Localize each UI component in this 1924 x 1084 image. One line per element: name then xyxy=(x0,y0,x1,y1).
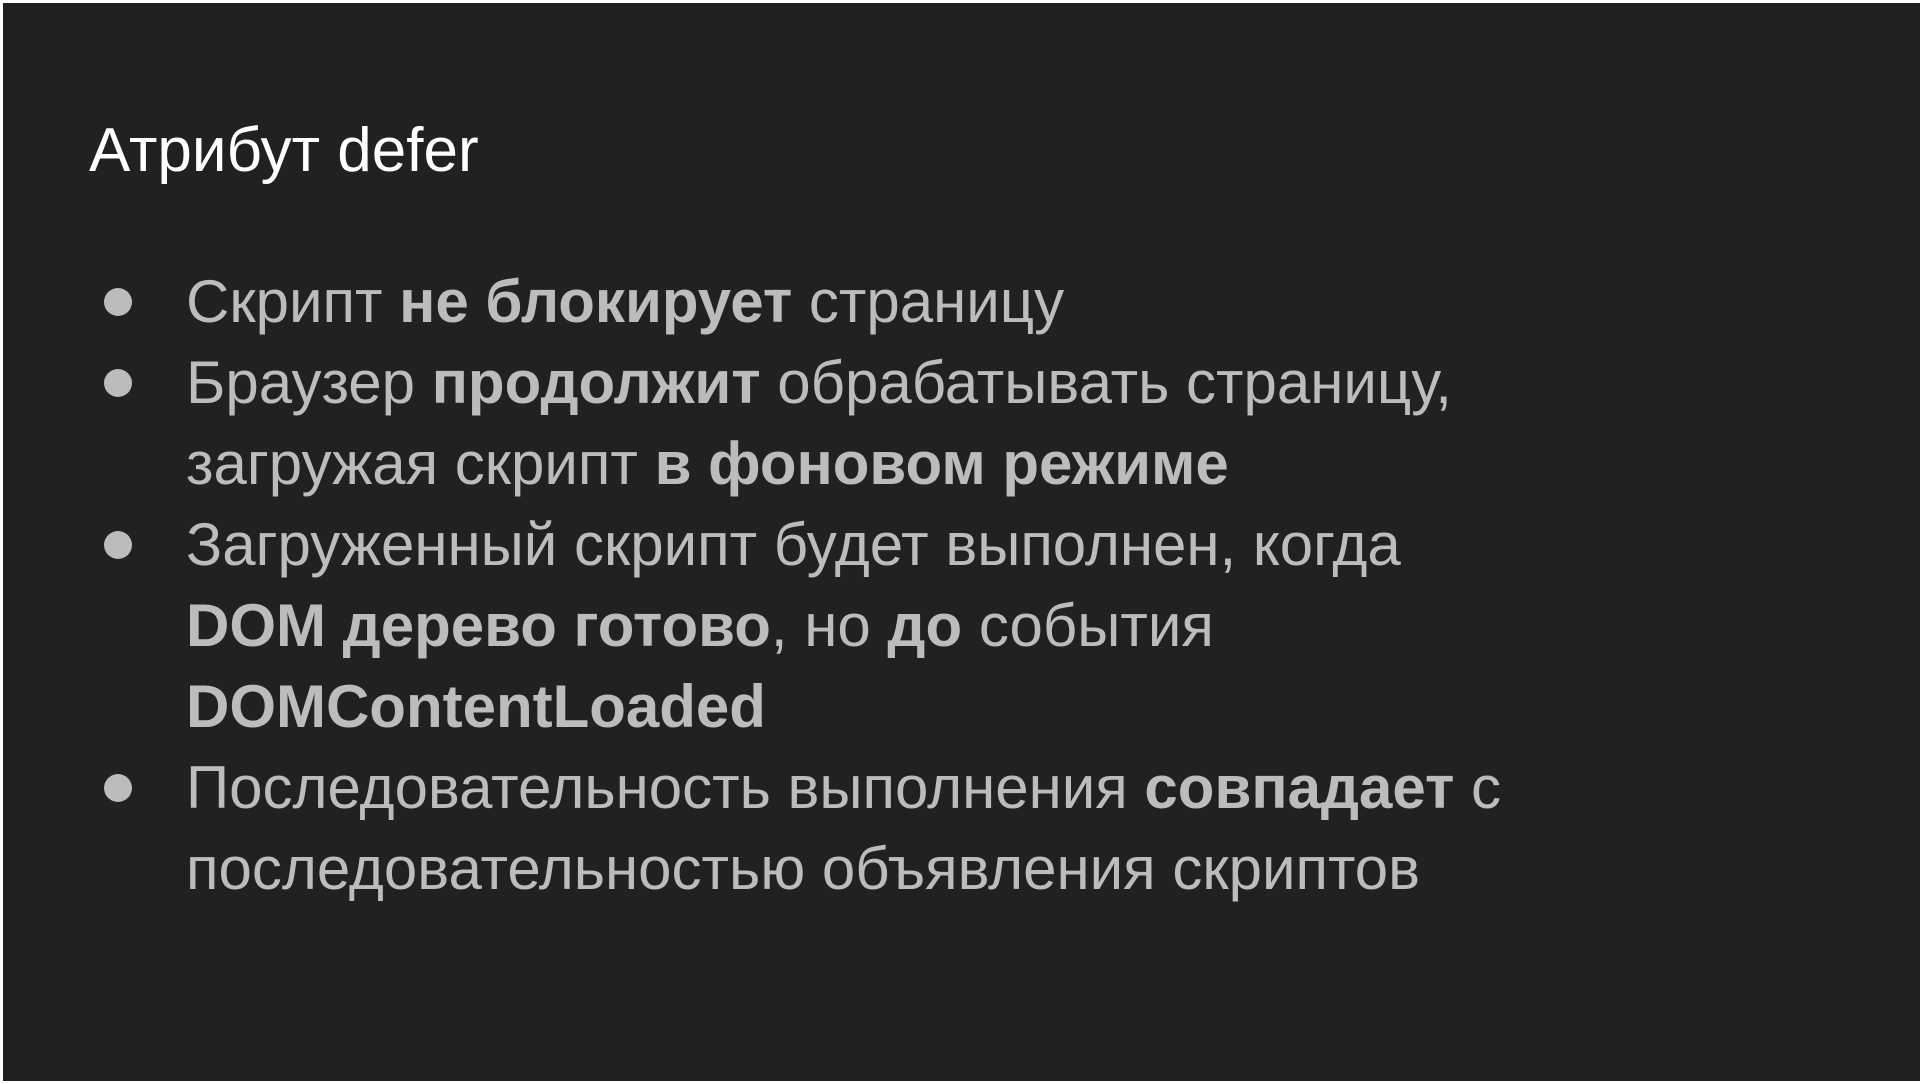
bullet-line: Загруженный скрипт будет выполнен, когда xyxy=(186,504,1920,585)
bullet-list: Скрипт не блокирует страницу Браузер прод… xyxy=(3,261,1920,909)
slide-title: Атрибут defer xyxy=(89,116,479,185)
bullet-text: Скрипт xyxy=(186,268,400,335)
bullet-text: события xyxy=(962,592,1214,659)
bullet-dot-icon xyxy=(104,774,132,802)
bullet-text: страницу xyxy=(792,268,1065,335)
bullet-line: загружая скрипт в фоновом режиме xyxy=(186,423,1920,504)
bullet-text: последовательностью объявления скриптов xyxy=(186,835,1421,902)
bullet-text-bold: до xyxy=(887,592,963,659)
bullet-item: Последовательность выполнения совпадает … xyxy=(3,747,1920,909)
bullet-line: DOMContentLoaded xyxy=(186,666,1920,747)
bullet-item: Скрипт не блокирует страницу xyxy=(3,261,1920,342)
bullet-text: Загруженный скрипт будет выполнен, когда xyxy=(186,511,1401,578)
bullet-line: Браузер продолжит обрабатывать страницу, xyxy=(186,342,1920,423)
bullet-line: Скрипт не блокирует страницу xyxy=(186,261,1920,342)
bullet-text: обрабатывать страницу, xyxy=(760,349,1452,416)
bullet-text: , но xyxy=(770,592,888,659)
bullet-text: с xyxy=(1454,754,1502,821)
bullet-line: Последовательность выполнения совпадает … xyxy=(186,747,1920,828)
bullet-text-bold: не блокирует xyxy=(399,268,793,335)
bullet-item: Браузер продолжит обрабатывать страницу,… xyxy=(3,342,1920,504)
bullet-text: Последовательность выполнения xyxy=(186,754,1145,821)
bullet-text-bold: продолжит xyxy=(431,349,761,416)
slide: Атрибут defer Скрипт не блокирует страни… xyxy=(3,3,1920,1081)
bullet-dot-icon xyxy=(104,288,132,316)
bullet-text: загружая скрипт xyxy=(186,430,655,497)
bullet-text-bold: в фоновом режиме xyxy=(654,430,1229,497)
bullet-text-bold: DOMContentLoaded xyxy=(186,673,766,740)
bullet-text-bold: DOM дерево готово xyxy=(186,592,771,659)
bullet-dot-icon xyxy=(104,531,132,559)
bullet-text: Браузер xyxy=(186,349,432,416)
bullet-item: Загруженный скрипт будет выполнен, когда… xyxy=(3,504,1920,747)
bullet-line: DOM дерево готово, но до события xyxy=(186,585,1920,666)
bullet-text-bold: совпадает xyxy=(1144,754,1455,821)
bullet-line: последовательностью объявления скриптов xyxy=(186,828,1920,909)
bullet-dot-icon xyxy=(104,369,132,397)
